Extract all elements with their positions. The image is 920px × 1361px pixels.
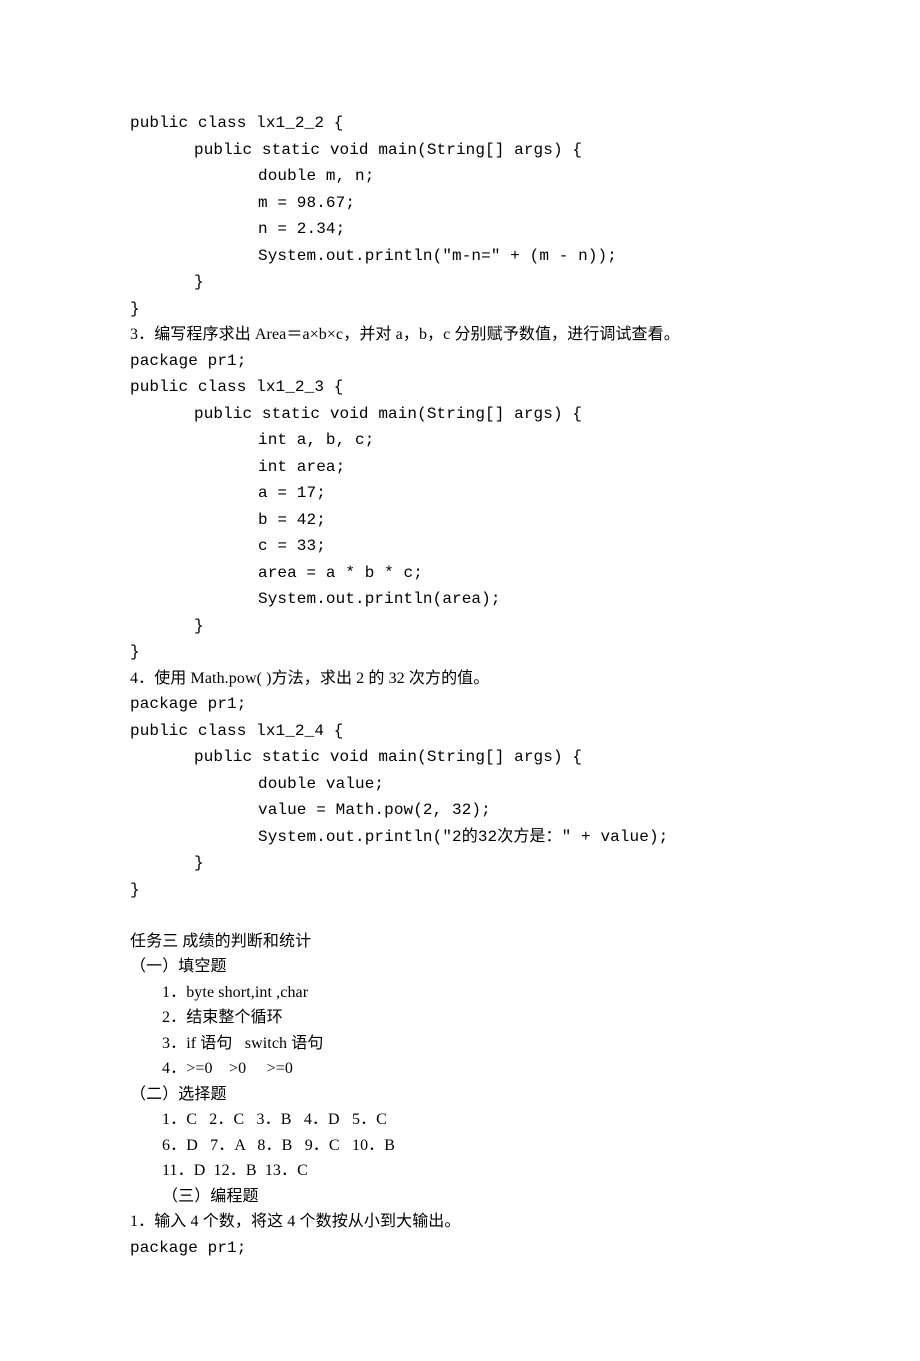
question-3: 3．编写程序求出 Area＝a×b×c，并对 a，b，c 分别赋予数值，进行调试… bbox=[130, 326, 680, 343]
code-line: n = 2.34; bbox=[258, 220, 345, 238]
fill-answer: 3．if 语句 switch 语句 bbox=[162, 1035, 323, 1052]
code-line: package pr1; bbox=[130, 352, 246, 370]
code-line: public static void main(String[] args) { bbox=[194, 141, 582, 159]
code-line: int a, b, c; bbox=[258, 431, 374, 449]
fill-answer: 4．>=0 >0 >=0 bbox=[162, 1060, 293, 1077]
code-line: public static void main(String[] args) { bbox=[194, 748, 582, 766]
code-line: System.out.println(area); bbox=[258, 590, 501, 608]
task3-title: 任务三 成绩的判断和统计 bbox=[130, 933, 311, 950]
code-line: } bbox=[130, 643, 140, 661]
code-line: value = Math.pow(2, 32); bbox=[258, 801, 491, 819]
code-line: area = a * b * c; bbox=[258, 564, 423, 582]
choice-answer-row: 1．C 2．C 3．B 4．D 5．C bbox=[162, 1111, 387, 1128]
section-choice-title: （二）选择题 bbox=[130, 1086, 227, 1103]
code-line: System.out.println("m-n=" + (m - n)); bbox=[258, 247, 617, 265]
code-line: a = 17; bbox=[258, 484, 326, 502]
code-line: } bbox=[194, 617, 204, 635]
code-line: } bbox=[194, 854, 204, 872]
question-4: 4．使用 Math.pow( )方法，求出 2 的 32 次方的值。 bbox=[130, 670, 489, 687]
code-line: System.out.println("2的32次方是：" + value); bbox=[258, 828, 668, 846]
code-line: double value; bbox=[258, 775, 384, 793]
code-line: public class lx1_2_3 { bbox=[130, 378, 343, 396]
code-line: package pr1; bbox=[130, 695, 246, 713]
code-line: } bbox=[130, 881, 140, 899]
code-line: public class lx1_2_2 { bbox=[130, 114, 343, 132]
code-line: package pr1; bbox=[130, 1239, 246, 1257]
section-fill-title: （一）填空题 bbox=[130, 958, 227, 975]
fill-answer: 1．byte short,int ,char bbox=[162, 984, 308, 1001]
code-line: m = 98.67; bbox=[258, 194, 355, 212]
choice-answer-row: 6．D 7．A 8．B 9．C 10．B bbox=[162, 1137, 395, 1154]
program-question-1: 1．输入 4 个数，将这 4 个数按从小到大输出。 bbox=[130, 1213, 461, 1230]
code-line: b = 42; bbox=[258, 511, 326, 529]
code-line: public class lx1_2_4 { bbox=[130, 722, 343, 740]
fill-answer: 2．结束整个循环 bbox=[162, 1009, 283, 1026]
section-program-title: （三）编程题 bbox=[162, 1188, 259, 1205]
code-line: public static void main(String[] args) { bbox=[194, 405, 582, 423]
code-line: c = 33; bbox=[258, 537, 326, 555]
code-line: double m, n; bbox=[258, 167, 374, 185]
code-line: int area; bbox=[258, 458, 345, 476]
code-line: } bbox=[130, 300, 140, 318]
document-page: public class lx1_2_2 { public static voi… bbox=[0, 0, 920, 1361]
choice-answer-row: 11．D 12．B 13．C bbox=[162, 1162, 308, 1179]
code-line: } bbox=[194, 273, 204, 291]
